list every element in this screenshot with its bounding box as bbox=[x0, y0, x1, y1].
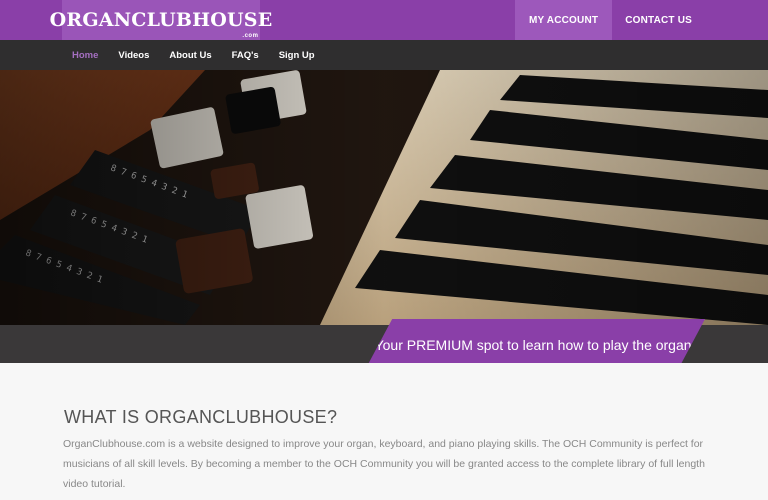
tagline-text: Your PREMIUM spot to learn how to play t… bbox=[374, 336, 696, 353]
site-logo[interactable]: ORGANCLUBHOUSE .com bbox=[50, 0, 272, 40]
logo-suffix: .com bbox=[242, 33, 259, 39]
nav-videos[interactable]: Videos bbox=[118, 50, 149, 61]
intro-paragraph: OrganClubhouse.com is a website designed… bbox=[63, 438, 705, 490]
nav-sign-up[interactable]: Sign Up bbox=[279, 50, 315, 61]
contact-us-link[interactable]: CONTACT US bbox=[612, 0, 768, 40]
organ-keys-image: 8 7 6 5 4 3 2 1 8 7 6 5 4 3 2 1 8 7 6 5 … bbox=[0, 70, 768, 325]
nav-home[interactable]: Home bbox=[72, 50, 98, 61]
hero-banner: 8 7 6 5 4 3 2 1 8 7 6 5 4 3 2 1 8 7 6 5 … bbox=[0, 70, 768, 325]
logo-text: ORGANCLUBHOUSE .com bbox=[49, 9, 273, 39]
main-nav: Home Videos About Us FAQ's Sign Up bbox=[0, 40, 768, 70]
logo-wordmark: ORGANCLUBHOUSE bbox=[49, 9, 273, 31]
nav-faqs[interactable]: FAQ's bbox=[232, 50, 259, 61]
top-bar: ORGANCLUBHOUSE .com MY ACCOUNT CONTACT U… bbox=[0, 0, 768, 40]
section-heading: WHAT IS ORGANCLUBHOUSE? bbox=[64, 407, 338, 427]
intro-section: WHAT IS ORGANCLUBHOUSE? OrganClubhouse.c… bbox=[0, 363, 768, 500]
account-nav: MY ACCOUNT CONTACT US bbox=[514, 0, 768, 40]
nav-about-us[interactable]: About Us bbox=[169, 50, 211, 61]
my-account-link[interactable]: MY ACCOUNT bbox=[514, 0, 613, 40]
